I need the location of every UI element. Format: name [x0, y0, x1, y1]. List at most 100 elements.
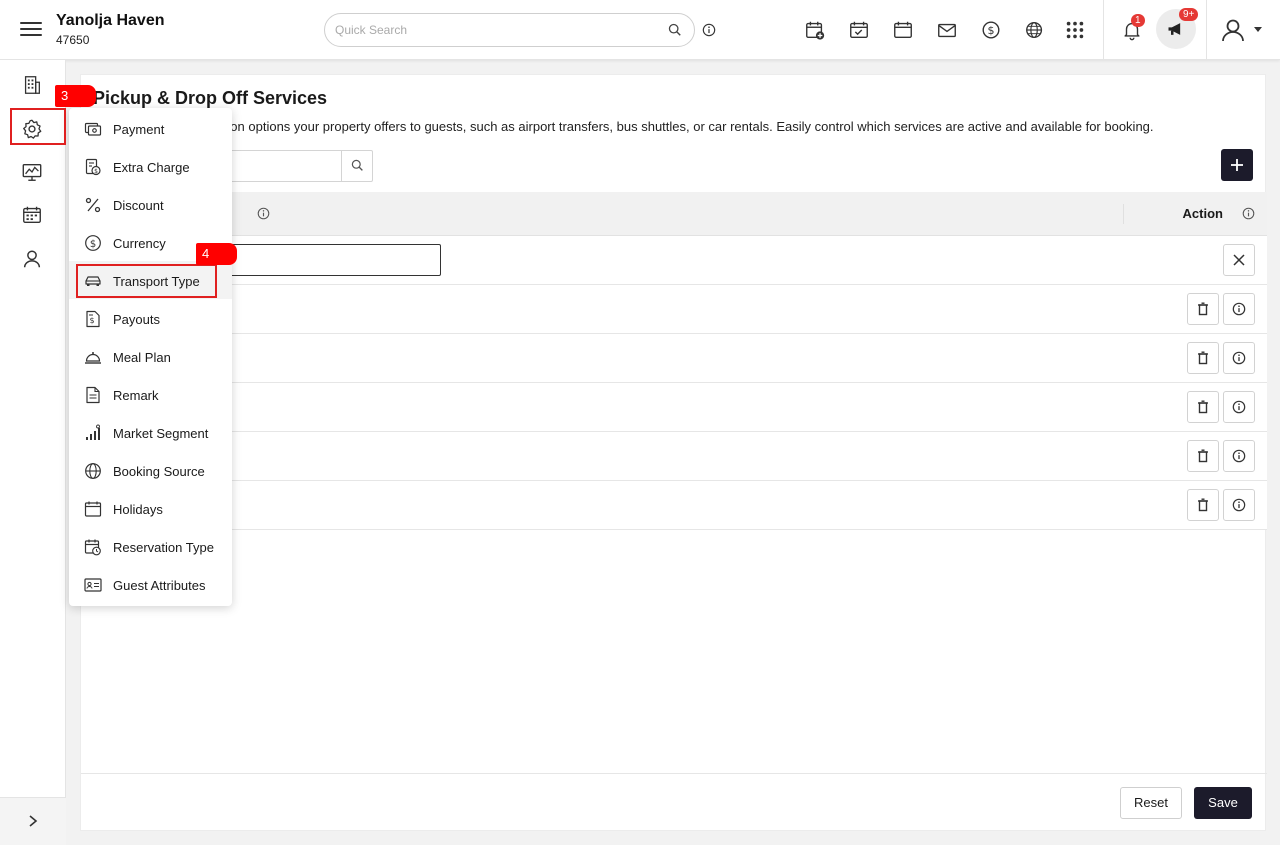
car-icon: [85, 276, 101, 286]
dollar-icon[interactable]: $: [980, 19, 1002, 41]
search-icon[interactable]: [668, 23, 682, 37]
info-icon: [1232, 498, 1246, 512]
svg-text:$: $: [90, 239, 96, 250]
save-button[interactable]: Save: [1194, 787, 1252, 819]
info-icon: [1232, 400, 1246, 414]
menu-item-discount[interactable]: Discount: [69, 185, 232, 223]
menu-item-reservation-type[interactable]: Reservation Type: [69, 527, 232, 565]
document-icon: [86, 386, 100, 404]
bar-chart-icon: [86, 424, 100, 440]
info-button[interactable]: [1223, 391, 1255, 423]
reset-button[interactable]: Reset: [1120, 787, 1182, 819]
info-button[interactable]: [1223, 440, 1255, 472]
footer-divider: [81, 773, 1267, 774]
hamburger-menu-icon[interactable]: [20, 19, 42, 41]
menu-item-remark[interactable]: Remark: [69, 375, 232, 413]
menu-item-label: Reservation Type: [113, 540, 214, 555]
mail-icon[interactable]: [936, 19, 958, 41]
menu-item-guest-attributes[interactable]: Guest Attributes: [69, 565, 232, 603]
property-name: Yanolja Haven: [56, 12, 165, 29]
menu-item-meal-plan[interactable]: Meal Plan: [69, 337, 232, 375]
chevron-down-icon[interactable]: [1254, 27, 1262, 32]
megaphone-icon: [1168, 23, 1181, 35]
column-header-action: Action: [1182, 206, 1223, 221]
menu-item-transport-type[interactable]: Transport Type: [69, 261, 232, 299]
info-icon: [1232, 302, 1246, 316]
announcement-badge: 9+: [1179, 8, 1199, 21]
menu-item-label: Remark: [113, 388, 159, 403]
payouts-icon: $: [86, 310, 100, 328]
menu-item-extra-charge[interactable]: $ Extra Charge: [69, 147, 232, 185]
building-icon[interactable]: [21, 74, 43, 96]
info-button[interactable]: [1223, 489, 1255, 521]
quick-search[interactable]: [324, 13, 695, 47]
delete-button[interactable]: [1187, 440, 1219, 472]
info-icon[interactable]: [257, 207, 270, 220]
menu-item-market-segment[interactable]: Market Segment: [69, 413, 232, 451]
trash-icon: [1198, 498, 1208, 512]
step-marker-3: 3: [55, 85, 96, 107]
calendar-icon[interactable]: [892, 19, 914, 41]
calendar-grid-icon[interactable]: [21, 204, 43, 226]
extra-charge-icon: $: [85, 158, 101, 176]
quick-search-input[interactable]: [335, 21, 655, 39]
plus-icon: [1231, 159, 1243, 171]
trash-icon: [1198, 302, 1208, 316]
table-row: [81, 334, 1267, 383]
menu-item-label: Holidays: [113, 502, 163, 517]
calendar-plus-icon[interactable]: [804, 19, 826, 41]
page-title: Pickup & Drop Off Services: [93, 88, 328, 108]
globe-icon[interactable]: [1024, 19, 1046, 41]
menu-item-label: Discount: [113, 198, 164, 213]
header-divider: [1206, 0, 1207, 60]
gear-icon[interactable]: [21, 118, 43, 140]
close-icon: [1233, 254, 1245, 266]
menu-item-booking-source[interactable]: Booking Source: [69, 451, 232, 489]
menu-item-label: Payment: [113, 122, 165, 137]
new-row: [81, 236, 1267, 285]
calendar-icon: [84, 501, 102, 517]
content-card: Pickup & Drop Off Services Manage the tr…: [80, 74, 1267, 831]
page-description: Manage the transportation options your p…: [93, 119, 1154, 134]
person-icon[interactable]: [21, 248, 43, 270]
payment-icon: [84, 122, 102, 136]
trash-icon: [1198, 351, 1208, 365]
header-divider: [1103, 0, 1104, 60]
menu-item-payment[interactable]: Payment: [69, 109, 232, 147]
info-icon: [1232, 351, 1246, 365]
cancel-button[interactable]: [1223, 244, 1255, 276]
info-button[interactable]: [1223, 342, 1255, 374]
delete-button[interactable]: [1187, 391, 1219, 423]
globe-icon: [85, 463, 101, 479]
delete-button[interactable]: [1187, 342, 1219, 374]
sidebar: [0, 60, 66, 845]
menu-item-holidays[interactable]: Holidays: [69, 489, 232, 527]
calendar-check-icon[interactable]: [848, 19, 870, 41]
apps-grid-icon[interactable]: [1064, 19, 1086, 41]
table-row: [81, 432, 1267, 481]
chevron-right-icon: [29, 815, 38, 827]
percent-icon: [85, 197, 101, 213]
user-icon[interactable]: [1220, 17, 1246, 43]
svg-text:$: $: [94, 168, 98, 175]
property-code: 47650: [56, 33, 90, 47]
menu-item-label: Payouts: [113, 312, 160, 327]
delete-button[interactable]: [1187, 489, 1219, 521]
menu-item-label: Transport Type: [113, 274, 200, 289]
cloche-icon: [85, 352, 101, 364]
calendar-clock-icon: [84, 539, 101, 556]
table-row: [81, 285, 1267, 334]
menu-item-payouts[interactable]: $ Payouts: [69, 299, 232, 337]
search-icon: [351, 159, 363, 171]
menu-item-label: Booking Source: [113, 464, 205, 479]
info-button[interactable]: [1223, 293, 1255, 325]
info-icon[interactable]: [702, 23, 716, 37]
sidebar-expand-button[interactable]: [0, 797, 66, 845]
settings-menu: Payment $ Extra Charge Discount $ Curren…: [69, 108, 232, 606]
info-icon[interactable]: [1242, 207, 1255, 220]
step-marker-4: 4: [196, 243, 237, 265]
delete-button[interactable]: [1187, 293, 1219, 325]
add-button[interactable]: [1221, 149, 1253, 181]
filter-search-button[interactable]: [341, 151, 372, 181]
monitor-chart-icon[interactable]: [21, 161, 43, 183]
